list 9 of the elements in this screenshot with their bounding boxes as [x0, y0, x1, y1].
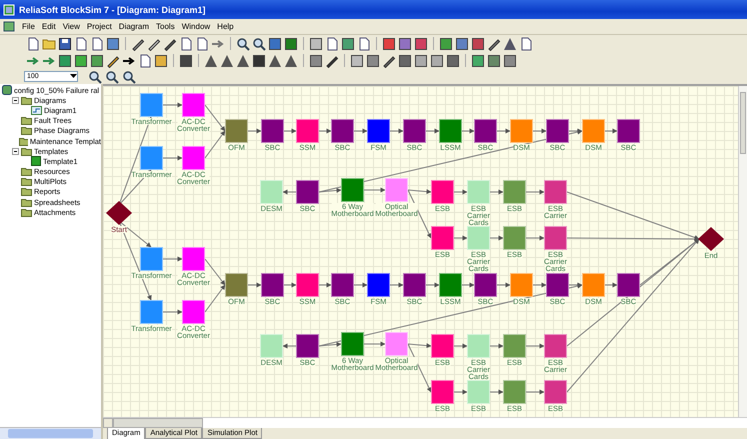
- menu-item[interactable]: View: [62, 22, 80, 31]
- menu-item[interactable]: Window: [182, 22, 210, 31]
- menu-item[interactable]: Diagram: [118, 22, 150, 31]
- menu-item[interactable]: Help: [217, 22, 234, 31]
- menu-item[interactable]: Project: [86, 22, 112, 31]
- menu-item[interactable]: Edit: [42, 22, 56, 31]
- menu-item[interactable]: File: [22, 22, 35, 31]
- window-title: ReliaSoft BlockSim 7 - [Diagram: Diagram1]: [19, 4, 206, 14]
- menu-item[interactable]: Tools: [156, 22, 175, 31]
